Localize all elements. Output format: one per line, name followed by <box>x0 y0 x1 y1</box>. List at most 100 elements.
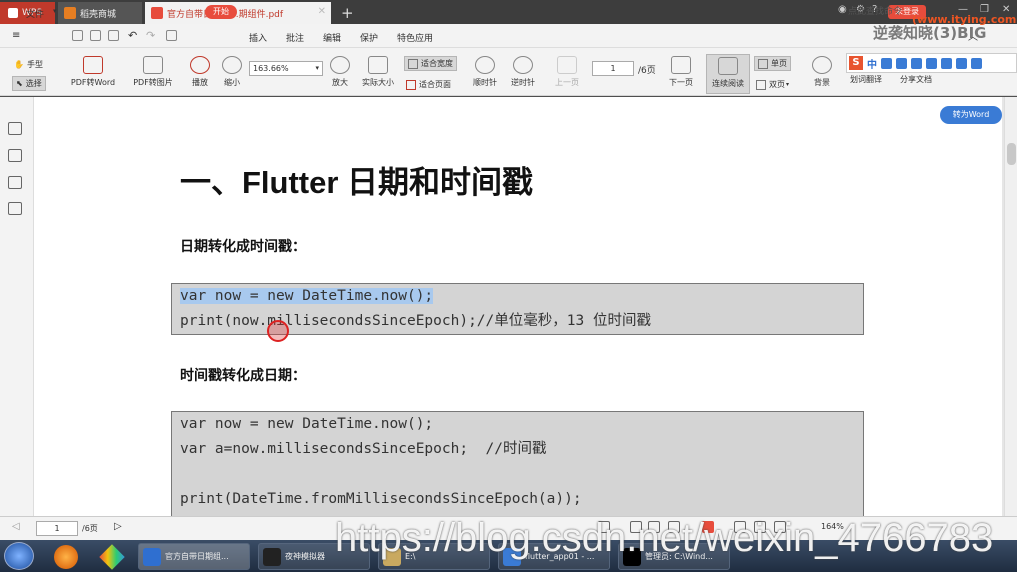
save-icon[interactable] <box>90 30 101 41</box>
next-page-button[interactable]: 下一页 <box>666 56 696 88</box>
section-heading: 日期转化成时间戳： <box>180 239 306 255</box>
taskbar-item-pdf[interactable]: 官方自带日期组... <box>138 543 250 570</box>
ime-toolbar[interactable]: S 中 <box>846 53 1017 73</box>
prev-page-button[interactable]: 上一页 <box>552 56 582 88</box>
pdf-page: 一、Flutter 日期和时间戳 日期转化成时间戳： var now = new… <box>34 97 1002 516</box>
ime-keyboard-icon <box>926 57 937 69</box>
code-block: var now = new DateTime.now(); var a=now.… <box>171 411 864 516</box>
selected-text: var now = new DateTime.now(); <box>180 288 434 304</box>
zoom-out-button[interactable]: 缩小 <box>220 56 244 88</box>
fit-page-button[interactable]: 适合页面 <box>406 79 451 90</box>
background-button[interactable]: 背景 <box>806 56 838 88</box>
menu-file[interactable]: 文件 <box>26 7 44 20</box>
arrow-left-icon <box>557 56 577 74</box>
document-viewport[interactable]: 一、Flutter 日期和时间戳 日期转化成时间戳： var now = new… <box>34 97 1004 516</box>
fit-width-button[interactable]: 适合宽度 <box>404 56 457 71</box>
mouse-cursor-indicator <box>267 320 289 342</box>
ime-emoji-icon <box>896 57 907 69</box>
url-watermark: https://blog.csdn.net/weixin_4766783 <box>335 516 994 560</box>
double-page-button[interactable]: 双页 ▾ <box>756 79 789 90</box>
hand-icon: ✋ <box>14 60 24 69</box>
vertical-scrollbar[interactable] <box>1004 97 1017 516</box>
double-page-icon <box>756 79 766 90</box>
rotate-counterclockwise-button[interactable]: 逆时针 <box>508 56 538 88</box>
export-icon[interactable] <box>166 30 177 41</box>
ime-menu-icon <box>971 57 982 69</box>
print-icon[interactable] <box>108 30 119 41</box>
undo-icon[interactable]: ↶ <box>128 29 137 42</box>
open-folder-icon[interactable] <box>72 30 83 41</box>
menu-protect[interactable]: 保护 <box>360 31 378 44</box>
share-document-button[interactable]: 分享文档 <box>896 74 936 85</box>
tab-store[interactable]: 稻壳商城 <box>58 2 142 24</box>
section-heading: 时间戳转化成日期： <box>180 368 306 384</box>
play-icon <box>190 56 210 74</box>
pointer-icon: ⬉ <box>16 79 23 88</box>
page-number-input[interactable]: 1 <box>592 61 634 76</box>
code-line: var now = new DateTime.now(); <box>180 416 434 432</box>
rotate-ccw-icon <box>513 56 533 74</box>
fit-width-icon <box>408 58 418 69</box>
hamburger-icon[interactable]: ≡ <box>12 30 20 41</box>
rotate-clockwise-button[interactable]: 顺时针 <box>470 56 500 88</box>
pdf-to-word-button[interactable]: PDF转Word <box>66 56 120 88</box>
thumbnail-icon[interactable] <box>8 122 22 135</box>
select-tool-button[interactable]: ⬉ 选择 <box>12 76 46 91</box>
page-total: /6页 <box>638 66 656 76</box>
firefox-icon[interactable] <box>54 545 78 569</box>
bookmark-icon[interactable] <box>8 149 22 162</box>
menu-edit[interactable]: 编辑 <box>323 31 341 44</box>
annotation-icon[interactable] <box>8 176 22 189</box>
ime-voice-icon <box>911 57 922 69</box>
chevron-down-icon[interactable]: ▾ <box>53 7 57 15</box>
convert-to-word-button[interactable]: 转为Word <box>940 106 1002 124</box>
site-watermark: (www.itying.com) <box>912 13 1017 26</box>
close-tab-icon[interactable]: ✕ <box>318 6 326 17</box>
pdf-to-word-icon <box>83 56 103 74</box>
actual-size-button[interactable]: 实际大小 <box>358 56 398 88</box>
fire-icon <box>64 7 76 19</box>
zoom-select[interactable]: 163.66% ▾ <box>249 61 323 76</box>
single-page-button[interactable]: 单页 <box>754 56 791 71</box>
fit-page-icon <box>406 79 416 90</box>
menu-annotate[interactable]: 批注 <box>286 31 304 44</box>
start-button[interactable] <box>4 542 34 570</box>
hand-tool-button[interactable]: ✋ 手型 <box>14 59 43 70</box>
search-panel-icon[interactable] <box>8 202 22 215</box>
tab-pdf-document[interactable]: 官方自带日期组...期组件.pdf✕ <box>145 2 331 24</box>
zoom-out-icon <box>222 56 242 74</box>
actual-size-icon <box>368 56 388 74</box>
sogou-logo-icon: S <box>849 56 863 70</box>
pdf-file-icon <box>151 7 163 19</box>
moon-icon <box>812 56 832 74</box>
redo-icon[interactable]: ↷ <box>146 29 155 42</box>
chevron-down-icon: ▾ <box>786 81 790 88</box>
translate-button[interactable]: 划词翻译 <box>846 74 886 85</box>
menu-special[interactable]: 特色应用 <box>397 31 433 44</box>
next-page-icon[interactable]: ▷ <box>114 521 122 532</box>
image-icon <box>143 56 163 74</box>
menu-insert[interactable]: 插入 <box>249 31 267 44</box>
status-page-total: /6页 <box>82 524 98 533</box>
code-line: var now = new DateTime.now(); <box>180 284 863 309</box>
wps-logo-icon <box>8 8 18 18</box>
status-page-input[interactable]: 1 <box>36 521 78 536</box>
ime-mode: 中 <box>867 59 877 71</box>
arrow-right-icon <box>671 56 691 74</box>
continuous-read-button[interactable]: 连续阅读 <box>706 54 750 94</box>
code-line: print(DateTime.fromMillisecondsSinceEpoc… <box>180 491 582 507</box>
new-tab-button[interactable]: + <box>337 2 357 24</box>
chevron-down-icon: ▾ <box>315 64 319 72</box>
scrollbar-thumb[interactable] <box>1007 143 1016 165</box>
continuous-icon <box>718 57 738 75</box>
pdf-to-image-button[interactable]: PDF转图片 <box>128 56 178 88</box>
single-page-icon <box>758 58 768 69</box>
play-button[interactable]: 播放 <box>186 56 214 88</box>
menu-start[interactable]: 开始 <box>205 5 237 19</box>
ime-skin-icon <box>941 57 952 69</box>
prev-page-icon[interactable]: ◁ <box>12 521 20 532</box>
rotate-cw-icon <box>475 56 495 74</box>
ime-tools-icon <box>956 57 967 69</box>
zoom-in-button[interactable]: 放大 <box>328 56 352 88</box>
